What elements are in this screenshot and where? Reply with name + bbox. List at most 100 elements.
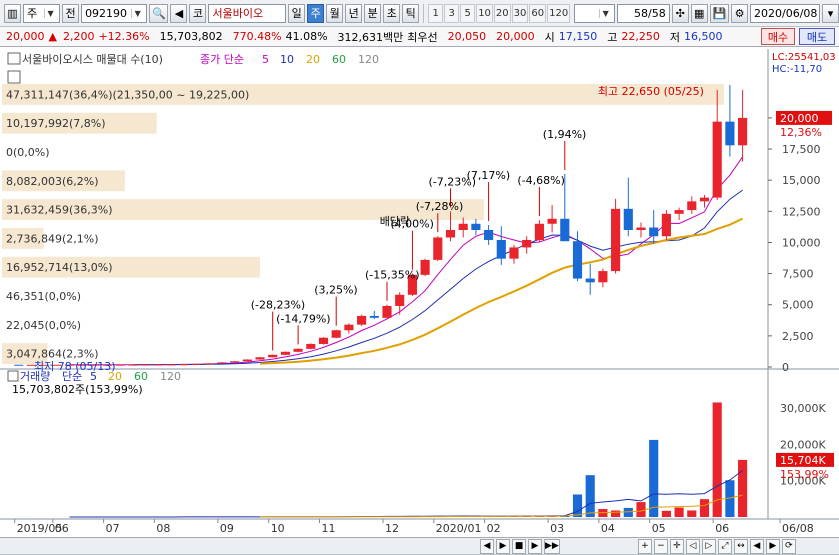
scroll-left-icon[interactable]: ◀	[749, 538, 764, 554]
volume-profile-label: 31,632,459(36,3%)	[6, 204, 113, 217]
candle-body	[712, 121, 722, 198]
crosshair-icon[interactable]: ✛	[669, 538, 684, 554]
interval-buttons: 1 3 5 10 20 30 60 120	[428, 3, 571, 23]
page-total: /58	[648, 6, 666, 20]
volume-bar	[687, 510, 697, 517]
high-note: 최고 22,650 (05/25)	[598, 85, 704, 98]
grid-small-icon[interactable]	[7, 70, 21, 84]
market-label: 주	[27, 7, 38, 20]
current-pct-label: 12,36%	[780, 126, 822, 139]
volume-bar	[661, 510, 671, 517]
volume-ma-legend-period: 60	[134, 370, 148, 383]
pan-right-icon[interactable]: ▷	[701, 538, 716, 554]
volume-profile-label: 10,197,992(7,8%)	[6, 117, 106, 130]
candle-body	[344, 324, 354, 331]
candle-body	[674, 210, 684, 214]
pan-left-icon[interactable]: ◁	[685, 538, 700, 554]
refresh-icon[interactable]: ⟳	[781, 538, 796, 554]
grid-icon[interactable]: ▦	[690, 3, 708, 23]
zoom-in-icon[interactable]: +	[637, 538, 652, 554]
interval-1[interactable]: 1	[428, 3, 444, 23]
pin-icon[interactable]: ✣	[671, 3, 689, 23]
fit-icon[interactable]: ↔	[733, 538, 748, 554]
tf-week[interactable]: 주	[307, 3, 325, 23]
candle-body	[242, 359, 252, 362]
tf-second[interactable]: 초	[383, 3, 401, 23]
x-tick-label: 10	[271, 522, 285, 535]
x-tick-label: 08	[156, 522, 170, 535]
hc-label: HC:-11,70	[772, 64, 822, 75]
interval-60[interactable]: 60	[529, 3, 547, 23]
price-volume-chart[interactable]: 47,311,147(36,4%)(21,350,00 ~ 19,225,00)…	[0, 49, 839, 537]
candle-body	[649, 227, 659, 237]
zoom-controls: + − ✛ ◁ ▷ ⤢ ↔ ◀ ▶ ⟳	[636, 538, 796, 554]
stock-code: 092190	[85, 6, 128, 20]
price-tick-label: 17,500	[782, 143, 821, 156]
candle-body	[585, 278, 595, 283]
x-tick-label: 06	[55, 522, 69, 535]
up-triangle-icon: ▲	[48, 30, 57, 43]
volume-bar	[572, 494, 583, 517]
candle-body	[369, 315, 379, 318]
candle-body	[623, 208, 633, 230]
date-field[interactable]: 2020/06/08	[750, 3, 820, 23]
tf-month[interactable]: 월	[326, 3, 344, 23]
candle-body	[191, 363, 202, 365]
candle-body	[611, 208, 621, 272]
ma-legend-period: 120	[358, 53, 379, 66]
zoom-out-icon[interactable]: −	[653, 538, 668, 554]
volume-tick-label: 30,000K	[780, 402, 826, 415]
stock-name: 서울바이오	[212, 7, 264, 20]
chart-window: ▥ 주 ▼ 전 092190 ▼ 🔍 ◀ 코 서울바이오 일 주 월 년 분 초 틱…	[0, 0, 839, 555]
lc-label: LC:25541,03	[772, 52, 836, 63]
buy-button[interactable]: 매수	[761, 28, 795, 45]
tf-minute[interactable]: 분	[364, 3, 382, 23]
page-field[interactable]: 58/58	[617, 3, 670, 23]
gear-icon[interactable]: ⚙	[731, 3, 748, 23]
play-icon[interactable]: ▶	[528, 538, 542, 554]
interval-5[interactable]: 5	[460, 3, 476, 23]
volume-bar	[585, 475, 595, 517]
interval-120[interactable]: 120	[547, 3, 571, 23]
forward-icon[interactable]: ▶▶	[544, 538, 560, 554]
first-icon[interactable]: ◀	[480, 538, 494, 554]
expand-icon[interactable]: ⤢	[717, 538, 732, 554]
candle-body	[560, 218, 570, 242]
candle-body	[357, 315, 367, 325]
date-value: 2020/06/08	[754, 6, 818, 20]
period-button[interactable]: 전	[62, 3, 80, 23]
calendar-icon[interactable]: ▾	[822, 3, 839, 23]
tf-year[interactable]: 년	[345, 3, 363, 23]
market-select[interactable]: 주 ▼	[23, 3, 61, 23]
speaker-icon[interactable]: ◀	[170, 3, 188, 23]
interval-20[interactable]: 20	[493, 3, 511, 23]
x-tick-label: 09	[220, 522, 234, 535]
stop-icon[interactable]: ■	[512, 538, 526, 554]
interval-10[interactable]: 10	[476, 3, 493, 23]
candle-body	[661, 213, 671, 237]
chevron-down-icon: ▼	[599, 8, 611, 18]
next-icon[interactable]: ▶	[496, 538, 510, 554]
tf-day[interactable]: 일	[288, 3, 306, 23]
scroll-right-icon[interactable]: ▶	[765, 538, 780, 554]
volume-tick-label: 20,000K	[780, 438, 826, 451]
bid-value: 20,050	[447, 30, 487, 43]
candle-body	[395, 294, 405, 306]
name-button[interactable]: 코	[189, 3, 207, 23]
interval-3[interactable]: 3	[444, 3, 460, 23]
volume-ma-legend-period: 20	[108, 370, 122, 383]
tf-tick[interactable]: 틱	[402, 3, 420, 23]
interval-select[interactable]: ▼	[574, 3, 616, 23]
candle-body	[128, 364, 138, 366]
sell-button[interactable]: 매도	[799, 28, 835, 45]
volume-bar	[674, 507, 684, 517]
stock-code-input[interactable]: 092190 ▼	[81, 3, 148, 23]
x-tick-label: 04	[601, 522, 615, 535]
save-icon[interactable]: 💾	[709, 3, 729, 23]
search-icon[interactable]: 🔍	[149, 3, 169, 23]
candle-body	[382, 305, 392, 318]
chart-layout-icon[interactable]: ▥	[4, 3, 21, 23]
ask-value: 20,000	[496, 30, 535, 43]
divider	[423, 3, 425, 23]
interval-30[interactable]: 30	[511, 3, 529, 23]
